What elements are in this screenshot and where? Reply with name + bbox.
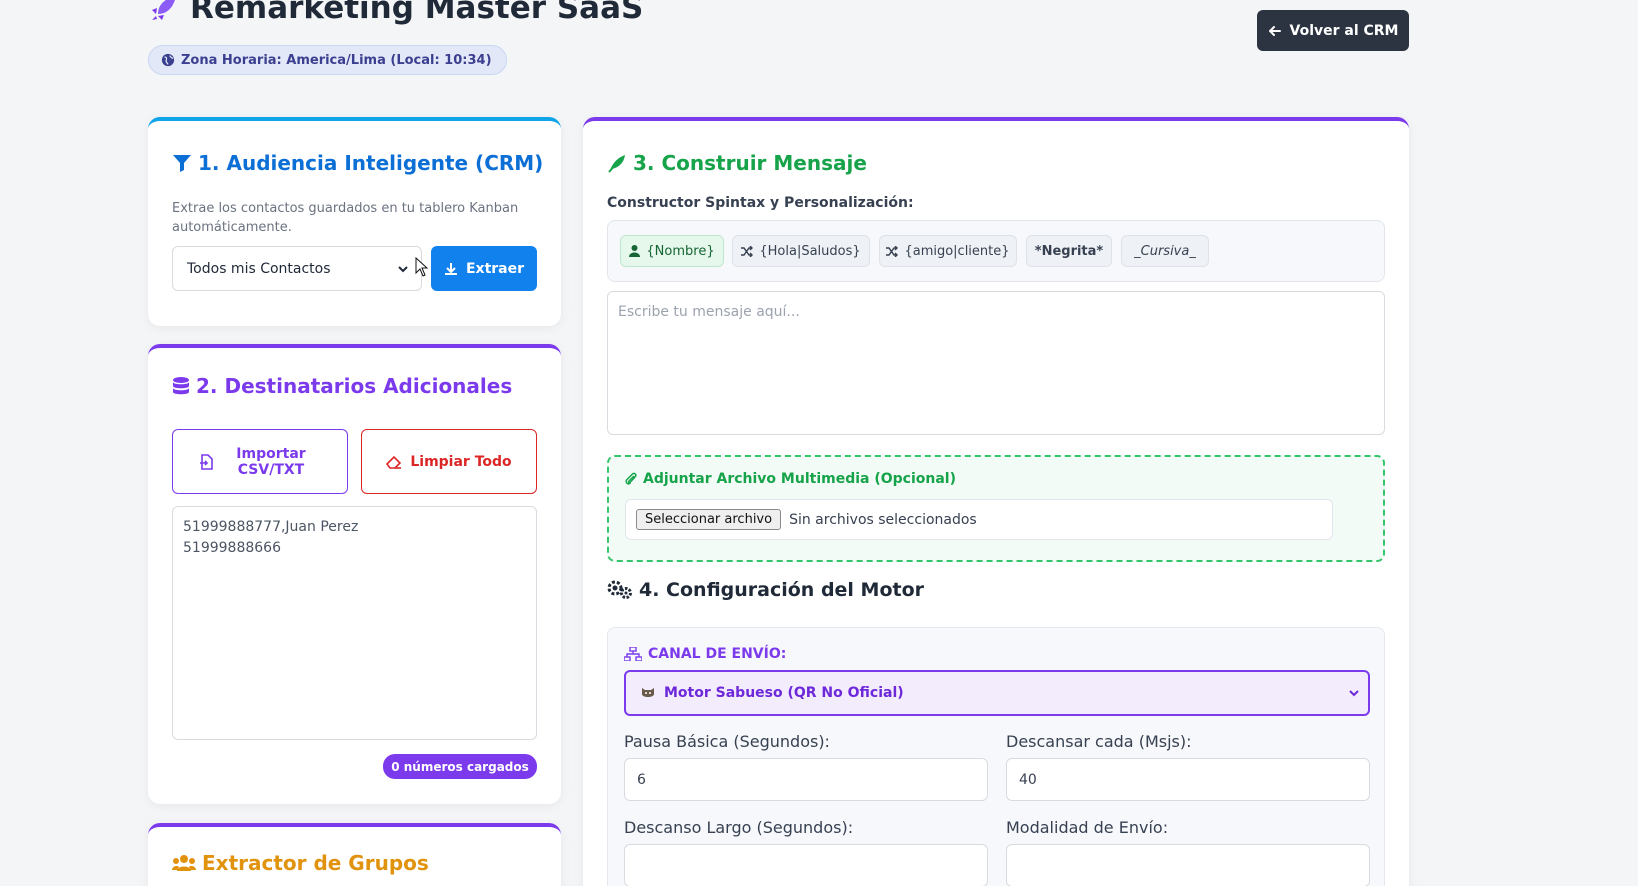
mode-label: Modalidad de Envío: xyxy=(1006,818,1169,837)
channel-select[interactable]: Motor Sabueso (QR No Oficial) xyxy=(624,670,1370,716)
audience-description: Extrae los contactos guardados en tu tab… xyxy=(172,201,519,235)
spintax-builder-label: Constructor Spintax y Personalización: xyxy=(607,195,914,211)
rocket-icon xyxy=(152,0,175,20)
chevron-down-icon xyxy=(398,265,408,272)
numbers-loaded-badge: 0 números cargados xyxy=(383,754,537,779)
engine-config: CANAL DE ENVÍO: Motor Sabueso (QR No Ofi… xyxy=(607,627,1385,886)
extract-button[interactable]: Extraer xyxy=(431,246,537,291)
pause-label: Pausa Básica (Segundos): xyxy=(624,732,830,751)
groups-title: Extractor de Grupos xyxy=(172,851,429,875)
file-input[interactable]: Seleccionar archivo Sin archivos selecci… xyxy=(625,499,1333,540)
timezone-text: Zona Horaria: America/Lima (Local: 10:34… xyxy=(181,52,492,68)
spintax-toolbar: {Nombre} {Hola|Saludos} {amigo|cliente} … xyxy=(607,220,1385,282)
eraser-icon xyxy=(386,455,402,469)
chevron-down-icon xyxy=(1349,690,1359,697)
long-rest-label: Descanso Largo (Segundos): xyxy=(624,818,854,837)
back-to-crm-button[interactable]: Volver al CRM xyxy=(1257,10,1409,51)
engine-title: 4. Configuración del Motor xyxy=(607,579,924,601)
audience-title: 1. Audiencia Inteligente (CRM) xyxy=(172,151,543,175)
users-icon xyxy=(172,855,196,871)
file-status: Sin archivos seleccionados xyxy=(789,511,977,528)
file-import-icon xyxy=(200,453,213,470)
audience-select[interactable]: Todos mis Contactos xyxy=(172,246,422,291)
cogs-icon xyxy=(607,580,632,599)
message-title: 3. Construir Mensaje xyxy=(607,151,867,175)
chip-negrita[interactable]: *Negrita* xyxy=(1026,235,1112,267)
pause-input[interactable]: 6 xyxy=(624,758,988,801)
long-rest-input[interactable] xyxy=(624,844,988,886)
user-icon xyxy=(629,245,641,257)
paperclip-icon xyxy=(625,472,637,485)
attach-dropzone: Adjuntar Archivo Multimedia (Opcional) S… xyxy=(607,455,1385,562)
clear-all-button[interactable]: Limpiar Todo xyxy=(361,429,537,494)
network-icon xyxy=(624,647,642,661)
import-csv-button[interactable]: Importar CSV/TXT xyxy=(172,429,348,494)
recipients-card: 2. Destinatarios Adicionales Importar CS… xyxy=(148,344,561,804)
database-icon xyxy=(173,377,189,395)
back-to-crm-label: Volver al CRM xyxy=(1289,22,1399,39)
feather-icon xyxy=(608,155,625,173)
message-textarea[interactable]: Escribe tu mensaje aquí... xyxy=(607,291,1385,435)
dog-icon xyxy=(642,688,654,697)
rest-every-label: Descansar cada (Msjs): xyxy=(1006,732,1192,751)
audience-card: 1. Audiencia Inteligente (CRM) Extrae lo… xyxy=(148,117,561,326)
recipients-title: 2. Destinatarios Adicionales xyxy=(172,374,512,398)
chip-amigo-cliente[interactable]: {amigo|cliente} xyxy=(879,235,1017,267)
globe-icon xyxy=(161,53,175,67)
recipients-textarea[interactable]: 51999888777,Juan Perez 51999888666 xyxy=(172,506,537,740)
app-title: Remarketing Master SaaS xyxy=(148,0,643,30)
attach-title: Adjuntar Archivo Multimedia (Opcional) xyxy=(625,471,956,487)
timezone-badge: Zona Horaria: America/Lima (Local: 10:34… xyxy=(148,45,507,75)
groups-card: Extractor de Grupos xyxy=(148,823,561,886)
chip-cursiva[interactable]: _Cursiva_ xyxy=(1121,235,1209,267)
shuffle-icon xyxy=(886,245,899,257)
chip-hola-saludos[interactable]: {Hola|Saludos} xyxy=(732,235,870,267)
download-icon xyxy=(444,262,457,275)
rest-every-input[interactable]: 40 xyxy=(1006,758,1370,801)
mode-select[interactable] xyxy=(1006,844,1370,886)
choose-file-button[interactable]: Seleccionar archivo xyxy=(636,509,782,530)
chip-nombre[interactable]: {Nombre} xyxy=(620,235,724,267)
app-title-text: Remarketing Master SaaS xyxy=(190,0,644,26)
message-card: 3. Construir Mensaje Constructor Spintax… xyxy=(583,117,1409,886)
shuffle-icon xyxy=(741,245,754,257)
channel-label: CANAL DE ENVÍO: xyxy=(624,646,786,662)
mouse-cursor-icon xyxy=(415,257,429,277)
arrow-left-icon xyxy=(1268,25,1281,36)
filter-icon xyxy=(173,155,191,172)
